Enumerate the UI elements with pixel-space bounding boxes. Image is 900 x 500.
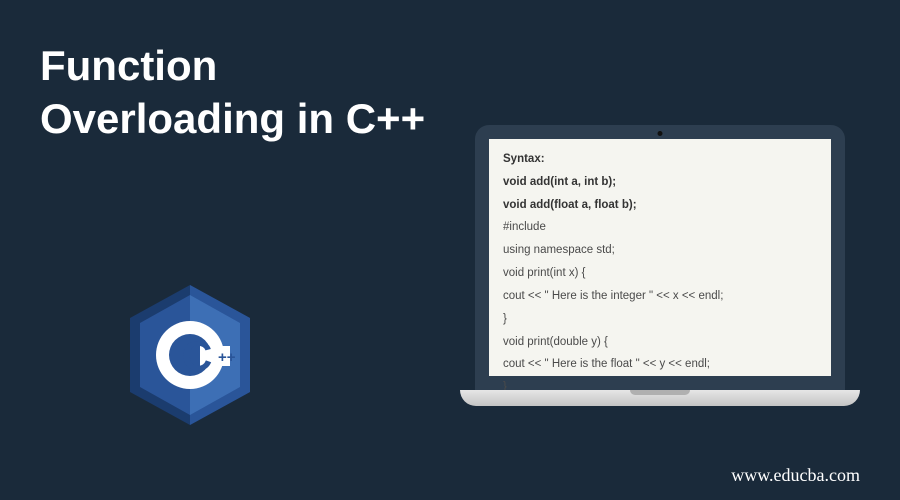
code-panel: Syntax: void add(int a, int b); void add…	[489, 139, 831, 376]
site-url: www.educba.com	[731, 465, 860, 486]
code-line-3: void print(int x) {	[503, 265, 817, 283]
code-line-7: cout << " Here is the float " << y << en…	[503, 356, 817, 374]
syntax-line-2: void add(float a, float b);	[503, 197, 817, 215]
code-line-4: cout << " Here is the integer " << x << …	[503, 288, 817, 306]
cpp-logo-icon: C ++	[120, 280, 260, 430]
syntax-line-1: void add(int a, int b);	[503, 174, 817, 192]
code-line-6: void print(double y) {	[503, 334, 817, 352]
cpp-suffix: ++	[218, 349, 236, 366]
laptop-graphic: Syntax: void add(int a, int b); void add…	[460, 125, 860, 406]
page-title: Function Overloading in C++	[40, 40, 460, 145]
laptop-base	[460, 390, 860, 406]
svg-text:C: C	[182, 332, 212, 379]
code-line-2: using namespace std;	[503, 242, 817, 260]
syntax-title: Syntax:	[503, 151, 817, 169]
laptop-screen: Syntax: void add(int a, int b); void add…	[475, 125, 845, 390]
code-line-1: #include	[503, 219, 817, 237]
code-line-5: }	[503, 311, 817, 329]
